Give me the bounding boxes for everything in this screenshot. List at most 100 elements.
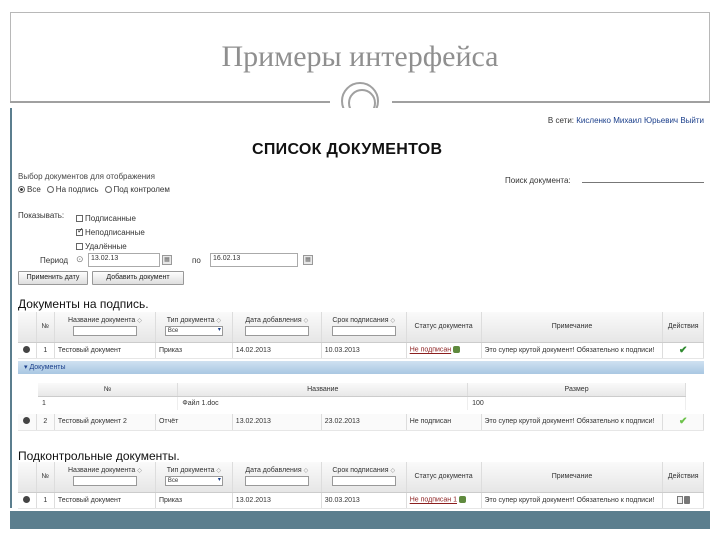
radio-to-sign[interactable]: На подпись: [46, 185, 99, 194]
col-sign-deadline[interactable]: Срок подписания ◇: [321, 312, 407, 343]
checkbox-unsigned[interactable]: Неподписанные: [76, 225, 145, 239]
sort-icon[interactable]: ◇: [304, 468, 309, 474]
date-to-input[interactable]: 16.02.13: [210, 253, 298, 267]
attachments-bar[interactable]: ▾ Документы: [18, 361, 704, 374]
section-controlled: Подконтрольные документы.: [18, 449, 180, 463]
apply-date-button[interactable]: Применить дату: [18, 271, 88, 285]
col-doc-type[interactable]: Тип документа ◇ Все: [155, 462, 233, 493]
search-label: Поиск документа:: [505, 176, 571, 185]
radio-dot[interactable]: [104, 186, 112, 193]
sort-icon[interactable]: ◇: [137, 318, 142, 324]
expand-row-icon[interactable]: [23, 417, 31, 425]
date-added-filter-input[interactable]: [244, 326, 309, 337]
expand-cell[interactable]: [18, 492, 37, 509]
checkbox-label: Удалённые: [85, 241, 127, 251]
cell-name[interactable]: Файл 1.doc: [177, 396, 469, 410]
cell-size: 100: [467, 396, 686, 410]
sort-icon[interactable]: ◇: [216, 318, 221, 324]
col-expand: [18, 312, 37, 343]
expand-row-icon[interactable]: [23, 495, 31, 503]
radio-controlled[interactable]: Под контролем: [104, 185, 170, 194]
sort-icon[interactable]: ◇: [137, 468, 142, 474]
col-date-added[interactable]: Дата добавления ◇: [232, 462, 322, 493]
cell-doc-name[interactable]: Тестовый документ: [54, 492, 156, 509]
col-num: №: [36, 462, 55, 493]
cell-actions: ✔: [662, 414, 704, 431]
sign-check-icon[interactable]: ✔: [679, 416, 687, 427]
status-link[interactable]: Не подписан 1: [410, 497, 457, 504]
name-filter-input[interactable]: [72, 476, 137, 487]
radio-dot[interactable]: [18, 186, 25, 193]
type-filter-select[interactable]: Все: [164, 476, 223, 487]
cell-doc-name[interactable]: Тестовый документ: [54, 342, 156, 359]
table-row[interactable]: 2 Тестовый документ 2 Отчёт 13.02.2013 2…: [18, 414, 704, 431]
expand-cell[interactable]: [18, 414, 37, 431]
cell-status: Не подписан: [406, 342, 482, 359]
col-actions: Действия: [662, 312, 704, 343]
col-label: Срок подписания: [332, 467, 389, 475]
col-sign-deadline[interactable]: Срок подписания ◇: [321, 462, 407, 493]
col-date-added[interactable]: Дата добавления ◇: [232, 312, 322, 343]
radio-label: На подпись: [55, 185, 99, 194]
cell-num: 2: [36, 414, 55, 431]
col-doc-name[interactable]: Название документа ◇: [54, 312, 156, 343]
expand-cell[interactable]: [18, 342, 37, 359]
col-note: Примечание: [481, 462, 664, 493]
deadline-filter-input[interactable]: [331, 476, 396, 487]
cell-date-added: 13.02.2013: [232, 414, 322, 431]
checkbox-deleted[interactable]: Удалённые: [76, 239, 145, 253]
trash-icon[interactable]: [683, 496, 690, 504]
status-link[interactable]: Не подписан: [410, 347, 451, 354]
checkbox[interactable]: [76, 214, 83, 222]
search-input[interactable]: [582, 171, 704, 183]
user-name[interactable]: Кисленко Михаил Юрьевич: [576, 116, 678, 125]
col-label: Название документа: [67, 467, 136, 475]
table-row[interactable]: 1 Файл 1.doc 100: [38, 396, 686, 410]
radio-all[interactable]: Все: [18, 185, 41, 194]
slide-bottom-band: [10, 511, 710, 529]
radio-label: Все: [27, 185, 41, 194]
expand-row-icon[interactable]: [23, 345, 31, 353]
logout-link[interactable]: Выйти: [680, 116, 704, 125]
col-status: Статус документа: [406, 312, 482, 343]
calendar-icon[interactable]: ▦: [303, 255, 313, 265]
sort-icon[interactable]: ◇: [304, 318, 309, 324]
cell-date-added: 14.02.2013: [232, 342, 322, 359]
radio-dot[interactable]: [46, 186, 54, 193]
col-label: Тип документа: [166, 467, 215, 475]
col-doc-name[interactable]: Название документа ◇: [54, 462, 156, 493]
signer-icon: [459, 496, 466, 504]
sign-check-icon[interactable]: ✔: [679, 345, 687, 356]
radio-label: Под контролем: [113, 185, 170, 194]
sort-icon[interactable]: ◇: [390, 468, 395, 474]
type-filter-select[interactable]: Все: [164, 326, 223, 337]
deadline-filter-input[interactable]: [331, 326, 396, 337]
period-clear-icon[interactable]: ⊙: [76, 254, 84, 265]
name-filter-input[interactable]: [72, 326, 137, 337]
date-from-input[interactable]: 13.02.13: [88, 253, 160, 267]
edit-document-icon[interactable]: [676, 496, 683, 504]
col-num: №: [36, 312, 55, 343]
sort-icon[interactable]: ◇: [216, 468, 221, 474]
col-doc-type[interactable]: Тип документа ◇ Все: [155, 312, 233, 343]
controlled-documents-table: № Название документа ◇ Тип документа ◇ В…: [18, 462, 704, 509]
checkbox[interactable]: [76, 242, 83, 250]
col-num: №: [38, 383, 179, 397]
checkbox[interactable]: [76, 226, 84, 236]
add-document-button[interactable]: Добавить документ: [92, 271, 184, 285]
table-row[interactable]: 1 Тестовый документ Приказ 14.02.2013 10…: [18, 342, 704, 359]
table-row[interactable]: 1 Тестовый документ Приказ 13.02.2013 30…: [18, 492, 704, 509]
calendar-icon[interactable]: ▦: [162, 255, 172, 265]
col-status: Статус документа: [406, 462, 482, 493]
date-added-filter-input[interactable]: [244, 476, 309, 487]
sort-icon[interactable]: ◇: [390, 318, 395, 324]
col-label: Дата добавления: [245, 317, 302, 325]
col-expand: [18, 462, 37, 493]
cell-actions: [662, 492, 704, 509]
checkbox-signed[interactable]: Подписанные: [76, 211, 145, 225]
user-line: В сети: Кисленко Михаил Юрьевич Выйти: [548, 116, 704, 125]
cell-doc-name[interactable]: Тестовый документ 2: [54, 414, 156, 431]
cell-num: 1: [36, 342, 55, 359]
cell-deadline: 10.03.2013: [321, 342, 407, 359]
cell-note: Это супер крутой документ! Обязательно к…: [481, 414, 664, 431]
